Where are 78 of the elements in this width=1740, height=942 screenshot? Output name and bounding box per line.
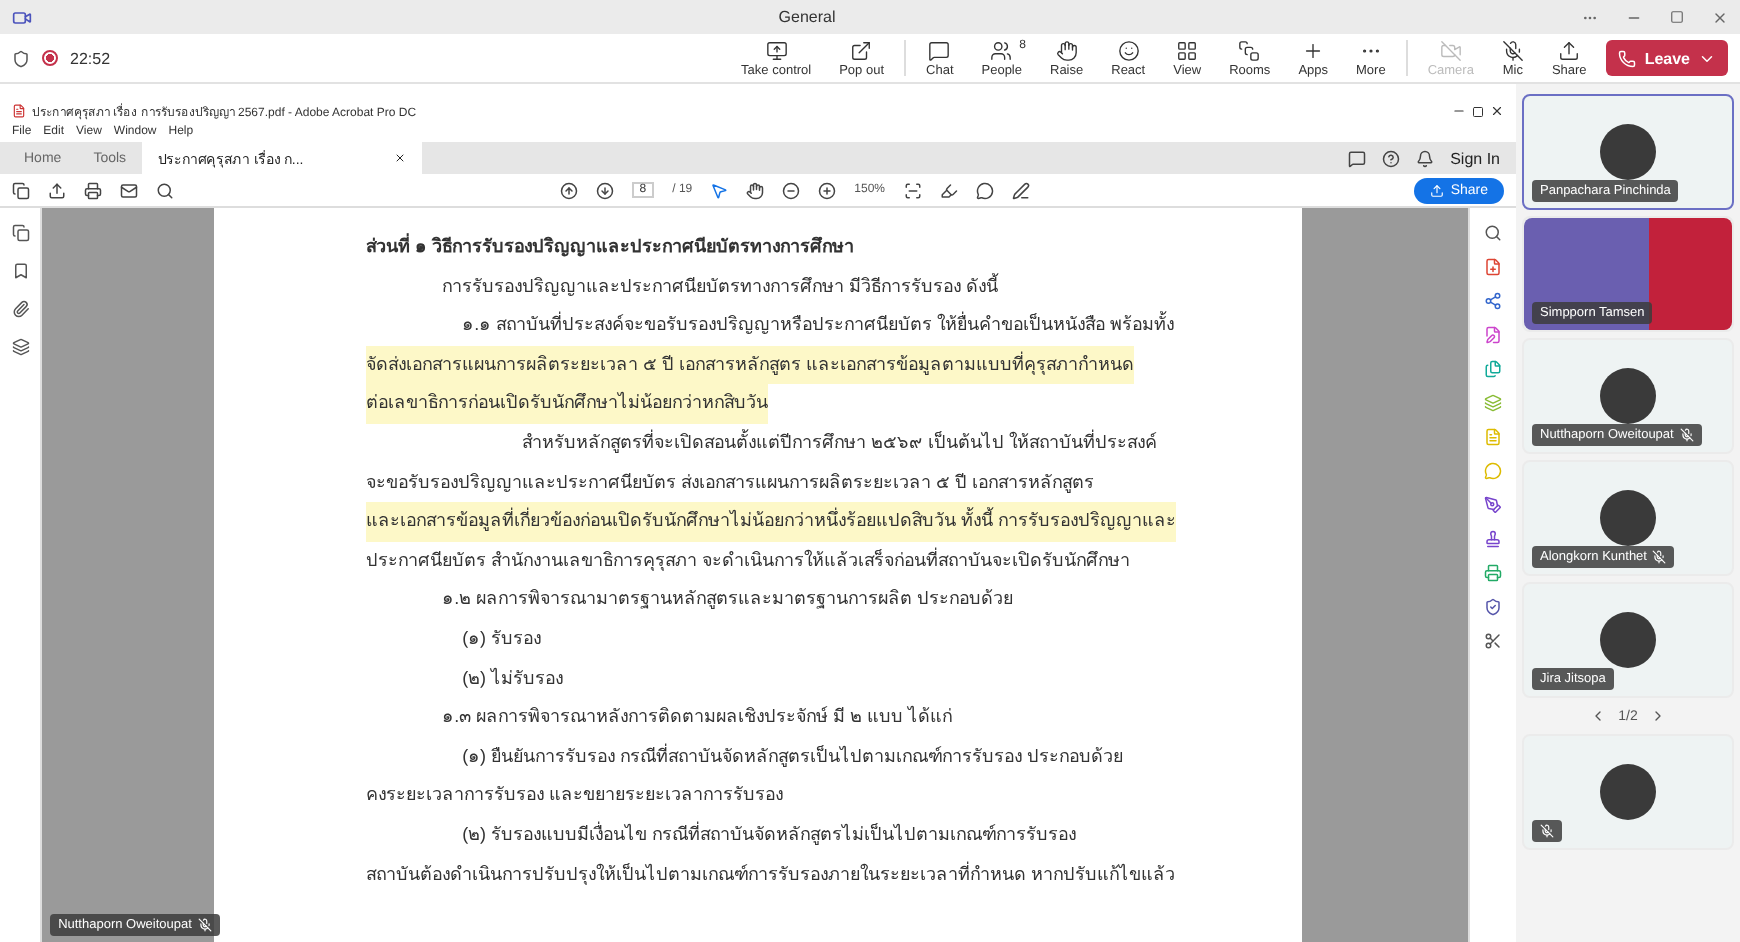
document-line: คงระยะเวลาการรับรอง และขยายระยะเวลาการรับรอง [366, 782, 784, 809]
tool-icon[interactable] [1484, 292, 1503, 310]
apps-icon [1302, 39, 1325, 61]
avatar [1600, 124, 1656, 180]
next-page-icon[interactable] [595, 181, 614, 199]
hand-icon[interactable] [746, 181, 765, 199]
document-line: (๑) ยืนยันการรับรอง กรณีที่สถาบันจัดหลักสูตรเป็นไปตามเกณฑ์การรับรอง ประกอบด้วย [462, 741, 1124, 771]
section-heading: ส่วนที่ ๑ วิธีการรับรองปริญญาและประกาศนียบัตรทางการศึกษา [366, 231, 855, 261]
zoom-in-icon[interactable] [818, 181, 837, 199]
attachment-icon[interactable] [11, 300, 30, 318]
tool-icon[interactable] [1484, 598, 1503, 616]
take-control-icon [765, 39, 788, 61]
highlighter-icon[interactable] [939, 181, 958, 199]
mic-off-icon [1679, 428, 1694, 442]
close-icon[interactable] [394, 152, 407, 164]
tool-icon[interactable] [1484, 258, 1503, 276]
document-line: ๑.๓ ผลการพิจารณาหลังการติดตามผลเชิงประจักษ์ มี ๒ แบบ ได้แก่ [442, 704, 953, 731]
previous-page-icon[interactable] [559, 181, 578, 199]
avatar [1600, 368, 1656, 424]
tool-icon[interactable] [1484, 496, 1503, 514]
close-icon[interactable] [1490, 104, 1504, 118]
camera-icon [1439, 39, 1462, 61]
pointer-icon[interactable] [710, 181, 729, 199]
mic-off-icon [1540, 824, 1554, 838]
window-title: General [776, 8, 838, 26]
share-icon [1430, 183, 1445, 197]
tool-icon[interactable] [1484, 224, 1503, 242]
document-line: จะขอรับรองปริญญาและประกาศนียบัตร ส่งเอกสารแผนการผลิตระยะเวลา ๕ ปี เอกสารหลักสูตร [366, 469, 1095, 497]
fit-page-icon[interactable] [903, 181, 922, 199]
tool-icon[interactable] [1484, 326, 1503, 344]
document-line: การรับรองปริญญาและประกาศนียบัตรทางการศึกษา มีวิธีการรับรอง ดังนี้ [442, 271, 999, 300]
document-line: สถาบันต้องดำเนินการปรับปรุงให้เป็นไปตามเกณฑ์การรับรองภายในระยะเวลาที่กำหนด หากปรับแก้ไขแล้ว [366, 859, 1176, 889]
people-icon [990, 39, 1013, 61]
phone-icon [1618, 49, 1637, 67]
app-icon [12, 7, 32, 27]
document-line: ประกาศนียบัตร สำนักงานเลขาธิการคุรุสภา จะดำเนินการให้แล้วเสร็จก่อนที่สถาบันจะเปิดรับนักศึกษา [366, 545, 1131, 575]
tool-icon[interactable] [1484, 632, 1503, 650]
bell-icon[interactable] [1416, 149, 1435, 167]
layers-icon[interactable] [11, 338, 30, 356]
comment-icon[interactable] [975, 181, 994, 199]
document-line: (๒) ไม่รับรอง [462, 665, 564, 692]
document-line: ๑.๒ ผลการพิจารณามาตรฐานหลักสูตรและมาตรฐานการผลิต ประกอบด้วย [442, 586, 1014, 613]
meeting-time: 22:52 [70, 49, 111, 67]
chat-icon [928, 39, 951, 61]
maximize-icon[interactable] [1472, 105, 1484, 117]
help-icon[interactable] [1382, 149, 1401, 167]
document-line: (๒) รับรองแบบมีเงื่อนไข กรณีที่สถาบันจัดหลักสูตรไม่เป็นไปตามเกณฑ์การรับรอง [462, 819, 1077, 849]
sign-in-link[interactable]: Sign In [1450, 149, 1500, 167]
avatar [1600, 612, 1656, 668]
mail-icon[interactable] [120, 181, 138, 199]
avatar [1600, 490, 1656, 546]
search-icon[interactable] [156, 181, 174, 199]
shield-icon [12, 49, 30, 67]
pen-icon[interactable] [1011, 181, 1030, 199]
pdf-icon [12, 104, 26, 118]
share-icon [1558, 39, 1581, 61]
rooms-icon [1238, 39, 1261, 61]
zoom-out-icon[interactable] [782, 181, 801, 199]
minimize-icon[interactable] [1452, 104, 1466, 118]
document-line: สำหรับหลักสูตรที่จะเปิดสอนตั้งแต่ปีการศึกษา ๒๕๖๙ เป็นต้นไป ให้สถาบันที่ประสงค์ [522, 427, 1158, 457]
tool-icon[interactable] [1484, 530, 1503, 548]
print-icon[interactable] [84, 181, 102, 199]
view-icon [1176, 39, 1199, 61]
raise-icon [1055, 39, 1078, 61]
participant-tile[interactable] [1522, 734, 1734, 850]
document-line: (๑) รับรอง [462, 625, 542, 652]
mic-off-icon [1501, 39, 1524, 61]
mic-off-icon [1652, 550, 1667, 564]
document-line: ๑.๑ สถาบันที่ประสงค์จะขอรับรองปริญญาหรือประกาศนียบัตร ให้ยื่นคำขอเป็นหนังสือ พร้อมทั้ง [462, 309, 1175, 339]
pages-icon[interactable] [11, 224, 30, 242]
react-icon [1117, 39, 1140, 61]
avatar [1600, 764, 1656, 820]
pop-out-icon [850, 39, 873, 61]
mic-off-icon [197, 918, 212, 932]
comment-icon[interactable] [1348, 149, 1367, 167]
bookmark-icon[interactable] [11, 262, 30, 280]
upload-icon[interactable] [48, 181, 66, 199]
leave-button[interactable]: Leave [1606, 40, 1728, 76]
